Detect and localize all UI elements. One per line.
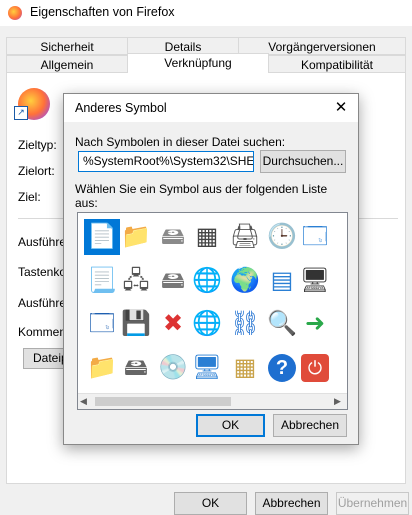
- power-icon-glyph: ⏻: [301, 354, 329, 382]
- change-icon-dialog: Anderes Symbol ✕ Nach Symbolen in dieser…: [63, 93, 359, 445]
- search-icon-glyph: 🔍: [267, 310, 297, 337]
- shortcut-arrow-icon: ↗: [14, 106, 28, 120]
- globe-mouse-icon[interactable]: 🌐: [189, 306, 225, 342]
- network-icon[interactable]: ⛓: [227, 306, 263, 342]
- window-icon-glyph: 🗔: [301, 223, 329, 250]
- control-panel-icon[interactable]: ▤: [264, 263, 300, 299]
- network-drive-icon[interactable]: 🖧: [118, 263, 154, 299]
- scroll-left-icon[interactable]: ◀: [80, 396, 87, 407]
- chip-icon-glyph: ▦: [195, 223, 219, 250]
- dialog-title: Anderes Symbol: [75, 101, 167, 115]
- shared-drive-icon[interactable]: 🖴: [155, 263, 191, 299]
- ok-button[interactable]: OK: [174, 492, 247, 515]
- document-icon-glyph: 📄: [87, 223, 117, 250]
- printer-icon-glyph: 🖨: [229, 223, 261, 250]
- icon-file-path-input[interactable]: %SystemRoot%\System32\SHELL32.dll: [78, 151, 254, 172]
- grid-document-icon[interactable]: ▦: [227, 350, 263, 386]
- clock-document-icon[interactable]: 🕒: [264, 219, 300, 255]
- target-type-label: Zieltyp:: [18, 138, 57, 152]
- control-panel-icon-glyph: ▤: [270, 267, 294, 294]
- search-file-label: Nach Symbolen in dieser Datei suchen:: [75, 135, 286, 149]
- folder-icon-glyph: 📁: [121, 223, 151, 250]
- firefox-icon: [8, 6, 22, 20]
- tab-shortcut[interactable]: Verknüpfung: [127, 53, 269, 73]
- clipped-icon[interactable]: ▮: [334, 306, 347, 342]
- window-titlebar: Eigenschaften von Firefox: [0, 0, 412, 26]
- icon-list-label: Wählen Sie ein Symbol aus der folgenden …: [75, 182, 328, 210]
- target-label: Ziel:: [18, 190, 41, 204]
- clipped-icon[interactable]: ▮: [334, 263, 347, 299]
- folder-icon-glyph: 📁: [87, 354, 117, 381]
- globe-icon[interactable]: 🌐: [189, 263, 225, 299]
- horizontal-scrollbar[interactable]: ◀ ▶: [78, 393, 347, 409]
- window-title: Eigenschaften von Firefox: [30, 5, 175, 19]
- grid-document-icon-glyph: ▦: [233, 354, 257, 381]
- app-window-icon[interactable]: 🗔: [84, 306, 120, 342]
- monitor-icon[interactable]: 🖥: [297, 263, 333, 299]
- floppy-icon[interactable]: 💾: [118, 306, 154, 342]
- drive-error-icon-glyph: ✖: [162, 310, 184, 337]
- network-icon-glyph: ⛓: [229, 310, 261, 337]
- dialog-titlebar: Anderes Symbol ✕: [64, 94, 358, 122]
- power-icon[interactable]: ⏻: [297, 350, 333, 386]
- scroll-thumb[interactable]: [95, 397, 231, 406]
- close-icon[interactable]: ✕: [332, 99, 350, 117]
- scroll-right-icon[interactable]: ▶: [334, 396, 341, 407]
- shared-drive-icon-glyph: 🖴: [160, 267, 186, 294]
- browse-button[interactable]: Durchsuchen...: [260, 150, 346, 173]
- clipped-icon[interactable]: ▮: [334, 350, 347, 386]
- disk-drive-icon[interactable]: 🖴: [118, 350, 154, 386]
- globe-icon-glyph: 🌐: [192, 267, 222, 294]
- target-location-label: Zielort:: [18, 164, 55, 178]
- disk-drive-icon-glyph: 🖴: [123, 354, 149, 381]
- network-drive-icon-glyph: 🖧: [122, 267, 150, 294]
- printer-icon[interactable]: 🖨: [227, 219, 263, 255]
- clock-document-icon-glyph: 🕒: [267, 223, 297, 250]
- globe-mouse-icon-glyph: 🌐: [192, 310, 222, 337]
- monitor-icon-glyph: 🖥: [299, 267, 331, 294]
- floppy-icon-glyph: 💾: [121, 310, 151, 337]
- search-icon[interactable]: 🔍: [264, 306, 300, 342]
- network-globe-icon[interactable]: 🌍: [227, 263, 263, 299]
- clipped-icon[interactable]: ▮: [334, 219, 347, 255]
- cd-drive-icon-glyph: 💿: [158, 354, 188, 381]
- window-icon[interactable]: 🗔: [297, 219, 333, 255]
- network-globe-icon-glyph: 🌍: [230, 267, 260, 294]
- shortcut-key-label: Tastenko: [18, 265, 67, 279]
- cd-drive-icon[interactable]: 💿: [155, 350, 191, 386]
- device-arrow-icon[interactable]: ➜: [297, 306, 333, 342]
- app-window-icon-glyph: 🗔: [88, 310, 116, 337]
- tab-compatibility[interactable]: Kompatibilität: [268, 55, 406, 73]
- dialog-cancel-button[interactable]: Abbrechen: [273, 414, 347, 437]
- device-arrow-icon-glyph: ➜: [304, 310, 326, 337]
- text-document-icon-glyph: 📃: [87, 267, 117, 294]
- desktop-icon-glyph: 🖥: [191, 354, 223, 381]
- desktop-icon[interactable]: 🖥: [189, 350, 225, 386]
- chip-icon[interactable]: ▦: [189, 219, 225, 255]
- drive-icon[interactable]: 🖴: [155, 219, 191, 255]
- text-document-icon[interactable]: 📃: [84, 263, 120, 299]
- cancel-button[interactable]: Abbrechen: [255, 492, 328, 515]
- tab-general[interactable]: Allgemein: [6, 55, 128, 73]
- help-icon-glyph: ?: [268, 354, 296, 382]
- icon-list[interactable]: 📄📁🖴▦🖨🕒🗔▮📃🖧🖴🌐🌍▤🖥▮🗔💾✖🌐⛓🔍➜▮📁🖴💿🖥▦?⏻▮ ◀ ▶: [77, 212, 348, 410]
- apply-button: Übernehmen: [336, 492, 409, 515]
- drive-icon-glyph: 🖴: [160, 223, 186, 250]
- folder-icon[interactable]: 📁: [118, 219, 154, 255]
- folder-icon[interactable]: 📁: [84, 350, 120, 386]
- dialog-ok-button[interactable]: OK: [196, 414, 265, 437]
- drive-error-icon[interactable]: ✖: [155, 306, 191, 342]
- document-icon[interactable]: 📄: [84, 219, 120, 255]
- tab-security[interactable]: Sicherheit: [6, 37, 128, 55]
- help-icon[interactable]: ?: [264, 350, 300, 386]
